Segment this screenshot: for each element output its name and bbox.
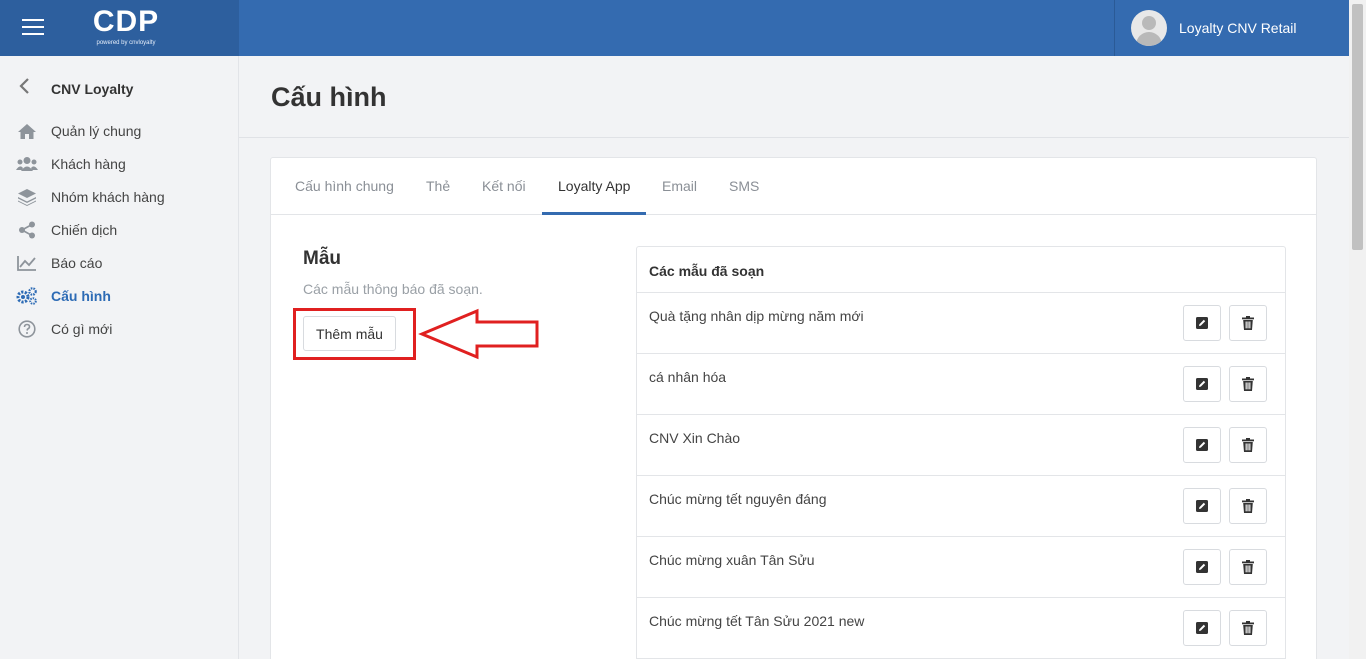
tab-sms[interactable]: SMS [729, 178, 759, 194]
table-row: Quà tặng nhân dịp mừng năm mới [637, 293, 1285, 354]
tab-ket-noi[interactable]: Kết nối [482, 178, 526, 194]
chart-line-icon [16, 254, 38, 272]
top-header: CDP powered by cnvloyalty Loyalty CNV Re… [0, 0, 1349, 56]
edit-icon [1196, 378, 1208, 390]
edit-icon [1196, 500, 1208, 512]
table-row: CNV Xin Chào [637, 415, 1285, 476]
template-name: cá nhân hóa [649, 369, 727, 385]
trash-icon [1242, 499, 1254, 513]
tab-email[interactable]: Email [662, 178, 697, 194]
user-menu[interactable]: Loyalty CNV Retail [1114, 0, 1349, 56]
annotation-highlight-box [293, 308, 416, 360]
sidebar-item-label: Có gì mới [51, 321, 113, 337]
edit-button[interactable] [1183, 610, 1221, 646]
user-name: Loyalty CNV Retail [1179, 20, 1297, 36]
menu-icon[interactable] [22, 19, 44, 36]
table-row: Chúc mừng xuân Tân Sửu [637, 537, 1285, 598]
edit-icon [1196, 561, 1208, 573]
tab-the[interactable]: Thẻ [426, 178, 450, 194]
tab-cau-hinh-chung[interactable]: Cấu hình chung [295, 178, 394, 194]
edit-icon [1196, 439, 1208, 451]
share-icon [16, 221, 38, 239]
table-row: Chúc mừng tết Tân Sửu 2021 new [637, 598, 1285, 659]
trash-icon [1242, 438, 1254, 452]
trash-icon [1242, 621, 1254, 635]
sidebar-item-chien-dich[interactable]: Chiến dịch [16, 219, 117, 241]
sidebar-item-label: Khách hàng [51, 156, 126, 172]
template-name: Chúc mừng tết nguyên đáng [649, 491, 827, 507]
sidebar-item-khach-hang[interactable]: Khách hàng [16, 153, 126, 175]
trash-icon [1242, 377, 1254, 391]
delete-button[interactable] [1229, 610, 1267, 646]
page-scrollbar[interactable] [1349, 0, 1366, 659]
edit-button[interactable] [1183, 549, 1221, 585]
delete-button[interactable] [1229, 549, 1267, 585]
annotation-arrow-icon [418, 308, 539, 360]
section-title: Mẫu [303, 248, 341, 269]
table-row: Chúc mừng tết nguyên đáng [637, 476, 1285, 537]
chevron-left-icon [18, 78, 38, 99]
logo-subtext: powered by cnvloyalty [96, 40, 156, 46]
page-header: Cấu hình [239, 56, 1349, 138]
brand-area: CDP powered by cnvloyalty [0, 0, 239, 56]
delete-button[interactable] [1229, 366, 1267, 402]
edit-button[interactable] [1183, 366, 1221, 402]
cogs-icon [16, 287, 38, 305]
tab-loyalty-app[interactable]: Loyalty App [558, 178, 630, 194]
trash-icon [1242, 560, 1254, 574]
section-description: Các mẫu thông báo đã soạn. [303, 281, 483, 297]
sidebar-item-quan-ly-chung[interactable]: Quản lý chung [16, 120, 141, 142]
table-row: cá nhân hóa [637, 354, 1285, 415]
sidebar-item-nhom-khach-hang[interactable]: Nhóm khách hàng [16, 186, 165, 208]
page-title: Cấu hình [271, 82, 387, 112]
sidebar-item-cau-hinh[interactable]: Cấu hình [16, 285, 111, 307]
sidebar-item-label: Nhóm khách hàng [51, 189, 165, 205]
question-circle-icon [16, 320, 38, 338]
settings-card: Cấu hình chung Thẻ Kết nối Loyalty App E… [270, 157, 1317, 659]
sidebar-back-link[interactable]: CNV Loyalty [18, 78, 133, 99]
edit-button[interactable] [1183, 305, 1221, 341]
active-tab-indicator [542, 212, 646, 215]
sidebar-item-label: Báo cáo [51, 255, 103, 271]
templates-list-header: Các mẫu đã soạn [637, 247, 1285, 293]
layers-icon [16, 188, 38, 206]
sidebar-item-label: Quản lý chung [51, 123, 142, 139]
sidebar-item-label: Chiến dịch [51, 222, 118, 238]
sidebar: CNV Loyalty Quản lý chung Khách hàng Nhó… [0, 56, 239, 659]
users-icon [16, 155, 38, 173]
sidebar-item-co-gi-moi[interactable]: Có gì mới [16, 318, 112, 340]
edit-button[interactable] [1183, 488, 1221, 524]
edit-icon [1196, 317, 1208, 329]
delete-button[interactable] [1229, 488, 1267, 524]
sidebar-item-label: Cấu hình [51, 288, 111, 304]
sidebar-back-label: CNV Loyalty [51, 80, 134, 97]
home-icon [16, 122, 38, 140]
tab-bar: Cấu hình chung Thẻ Kết nối Loyalty App E… [271, 158, 1316, 215]
logo-text: CDP [92, 5, 160, 38]
logo[interactable]: CDP powered by cnvloyalty [86, 5, 166, 47]
sidebar-item-bao-cao[interactable]: Báo cáo [16, 252, 102, 274]
template-name: Chúc mừng tết Tân Sửu 2021 new [649, 613, 865, 629]
template-name: Chúc mừng xuân Tân Sửu [649, 552, 815, 568]
template-name: CNV Xin Chào [649, 430, 741, 446]
template-name: Quà tặng nhân dịp mừng năm mới [649, 308, 864, 324]
edit-icon [1196, 622, 1208, 634]
delete-button[interactable] [1229, 305, 1267, 341]
scrollbar-thumb[interactable] [1352, 4, 1363, 250]
templates-list: Các mẫu đã soạn Quà tặng nhân dịp mừng n… [636, 246, 1286, 659]
avatar [1131, 10, 1167, 46]
delete-button[interactable] [1229, 427, 1267, 463]
edit-button[interactable] [1183, 427, 1221, 463]
trash-icon [1242, 316, 1254, 330]
